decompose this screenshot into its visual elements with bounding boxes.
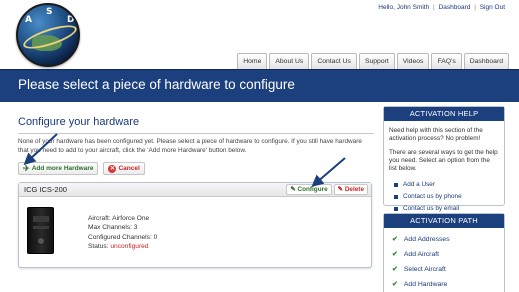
help-option-phone[interactable]: Contact us by phone (389, 191, 499, 203)
globe-logo[interactable]: A S D (16, 3, 80, 67)
tab-dashboard[interactable]: Dashboard (463, 53, 509, 69)
bullet-square-icon (394, 207, 398, 211)
add-more-hardware-button[interactable]: ✈ Add more Hardware (18, 162, 99, 175)
cancel-button[interactable]: ✕ Cancel (103, 162, 145, 175)
activation-path-list: ✔ Add Addresses ✔ Add Aircraft ✔ Select … (389, 232, 499, 292)
page-title-bar: Please select a piece of hardware to con… (0, 69, 519, 102)
configure-label: Configure (297, 186, 328, 193)
hardware-details: Aircraft: Airforce One Max Channels: 3 C… (88, 214, 157, 252)
device-display (33, 216, 49, 222)
activation-path-body: ✔ Add Addresses ✔ Add Aircraft ✔ Select … (384, 228, 504, 292)
tab-about-us[interactable]: About Us (269, 53, 310, 69)
tab-support[interactable]: Support (358, 53, 395, 69)
configure-button[interactable]: ✎ Configure (286, 184, 332, 195)
logo-letter-d: D (67, 15, 75, 25)
intro-text: None of your hardware has been configure… (18, 138, 362, 154)
configured-channels-detail: Configured Channels: 0 (88, 233, 158, 241)
help-text-1: Need help with this section of the activ… (389, 127, 483, 142)
help-option-add-user[interactable]: Add a User (389, 179, 499, 191)
status-badge: unconfigured (110, 243, 149, 251)
status-detail: Status: unconfigured (88, 242, 157, 251)
sign-out-link[interactable]: Sign Out (480, 4, 505, 11)
checkmark-icon: ✔ (392, 280, 398, 288)
help-option-label: Add a User (403, 181, 435, 188)
activation-help-body: Need help with this section of the activ… (384, 121, 504, 221)
tab-contact-us[interactable]: Contact Us (311, 53, 357, 69)
device-knob (37, 237, 45, 245)
tab-videos[interactable]: Videos (396, 53, 430, 69)
activation-path-panel: ACTIVATION PATH ✔ Add Addresses ✔ Add Ai… (383, 213, 505, 292)
max-channels-detail: Max Channels: 3 (88, 224, 138, 232)
logo-letter-a: A (25, 15, 32, 25)
divider (18, 133, 374, 134)
button-row: ✈ Add more Hardware ✕ Cancel (18, 162, 374, 175)
hardware-device-image (27, 207, 54, 254)
checkmark-icon: ✔ (392, 265, 398, 273)
separator: | (433, 4, 435, 11)
status-label: Status: (88, 243, 109, 251)
main-nav: Home About Us Contact Us Support Videos … (237, 53, 509, 69)
checkmark-icon: ✔ (392, 250, 398, 258)
delete-button[interactable]: ✎ Delete (333, 184, 368, 195)
device-display-secondary (33, 226, 49, 229)
logo-letter-s: S (46, 7, 53, 17)
path-item-add-aircraft[interactable]: ✔ Add Aircraft (389, 247, 499, 262)
add-more-hardware-label: Add more Hardware (31, 165, 94, 172)
top-links: Hello, John Smith | Dashboard | Sign Out (378, 4, 505, 11)
wrench-icon: ✎ (290, 186, 296, 193)
dashboard-link[interactable]: Dashboard (439, 4, 471, 11)
aircraft-detail: Aircraft: Airforce One (88, 215, 150, 222)
activation-help-title: ACTIVATION HELP (384, 107, 504, 121)
help-option-label: Contact us by phone (403, 193, 462, 200)
hardware-card-header: ICG ICS-200 ✎ Configure ✎ Delete (19, 183, 371, 197)
delete-icon: ✎ (337, 186, 344, 193)
separator: | (474, 4, 476, 11)
page-title: Please select a piece of hardware to con… (18, 77, 295, 92)
greeting-link[interactable]: Hello, John Smith (378, 4, 429, 11)
bullet-square-icon (394, 183, 398, 187)
hardware-card: ICG ICS-200 ✎ Configure ✎ Delete Aircraf… (18, 182, 372, 268)
checkmark-icon: ✔ (392, 235, 398, 243)
main-content: Configure your hardware None of your har… (18, 112, 374, 268)
airplane-icon: ✈ (23, 163, 30, 173)
path-item-label: Add Aircraft (403, 250, 440, 258)
tab-faqs[interactable]: FAQ's (431, 53, 462, 69)
close-circle-icon: ✕ (108, 164, 117, 173)
delete-label: Delete (344, 186, 364, 193)
bullet-square-icon (394, 195, 398, 199)
path-item-label: Add Addresses (403, 235, 450, 243)
help-options: Add a User Contact us by phone Contact u… (389, 179, 499, 215)
tab-home[interactable]: Home (237, 53, 268, 69)
activation-help-panel: ACTIVATION HELP Need help with this sect… (383, 106, 505, 212)
section-heading: Configure your hardware (18, 116, 140, 128)
path-item-add-hardware[interactable]: ✔ Add Hardware (389, 277, 499, 292)
activation-path-title: ACTIVATION PATH (384, 214, 504, 228)
path-item-label: Add Hardware (403, 280, 448, 288)
path-item-label: Select Aircraft (403, 265, 446, 273)
hardware-actions: ✎ Configure ✎ Delete (286, 184, 368, 195)
hardware-name: ICG ICS-200 (24, 185, 67, 194)
cancel-label: Cancel (118, 165, 140, 172)
path-item-select-aircraft[interactable]: ✔ Select Aircraft (389, 262, 499, 277)
help-text-2: There are several ways to get the help y… (389, 149, 498, 172)
site-header: A S D Hello, John Smith | Dashboard | Si… (0, 0, 519, 70)
help-option-label: Contact us by email (403, 205, 460, 212)
path-item-add-addresses[interactable]: ✔ Add Addresses (389, 232, 499, 247)
